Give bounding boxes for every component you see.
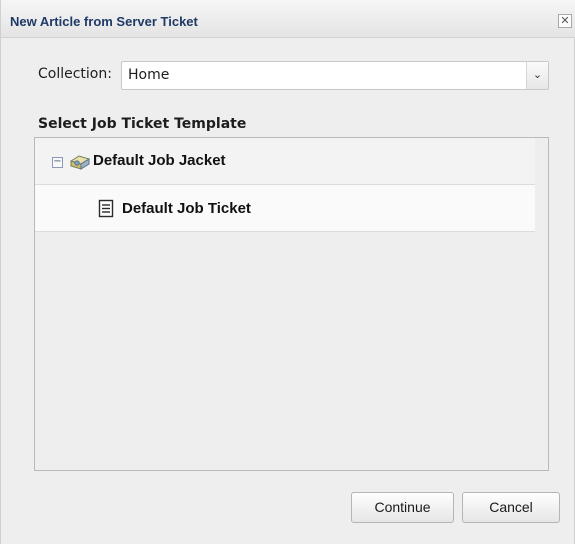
job-ticket-document-icon xyxy=(98,199,114,218)
tree-item-default-job-ticket[interactable]: Default Job Ticket xyxy=(35,185,535,232)
dialog-titlebar[interactable]: New Article from Server Ticket ✕ xyxy=(1,0,575,38)
continue-button[interactable]: Continue xyxy=(351,492,454,523)
collapse-icon[interactable]: − xyxy=(52,157,63,168)
job-ticket-template-tree[interactable]: − Default Job Jacket Default Job Ticket xyxy=(34,137,549,471)
dialog-title: New Article from Server Ticket xyxy=(10,14,198,29)
tree-item-label: Default Job Ticket xyxy=(122,200,251,217)
tree-item-label: Default Job Jacket xyxy=(93,152,226,169)
close-icon[interactable]: ✕ xyxy=(558,14,572,28)
collection-select[interactable]: Home ⌄ xyxy=(121,61,549,90)
collection-label: Collection: xyxy=(38,66,112,82)
collection-selected-value: Home xyxy=(128,67,170,83)
template-section-label: Select Job Ticket Template xyxy=(38,116,247,132)
new-article-dialog: New Article from Server Ticket ✕ Collect… xyxy=(0,0,575,544)
job-jacket-icon xyxy=(69,154,91,170)
tree-item-default-job-jacket[interactable]: − Default Job Jacket xyxy=(35,138,535,185)
cancel-button[interactable]: Cancel xyxy=(462,492,560,523)
chevron-down-icon[interactable]: ⌄ xyxy=(526,62,548,89)
